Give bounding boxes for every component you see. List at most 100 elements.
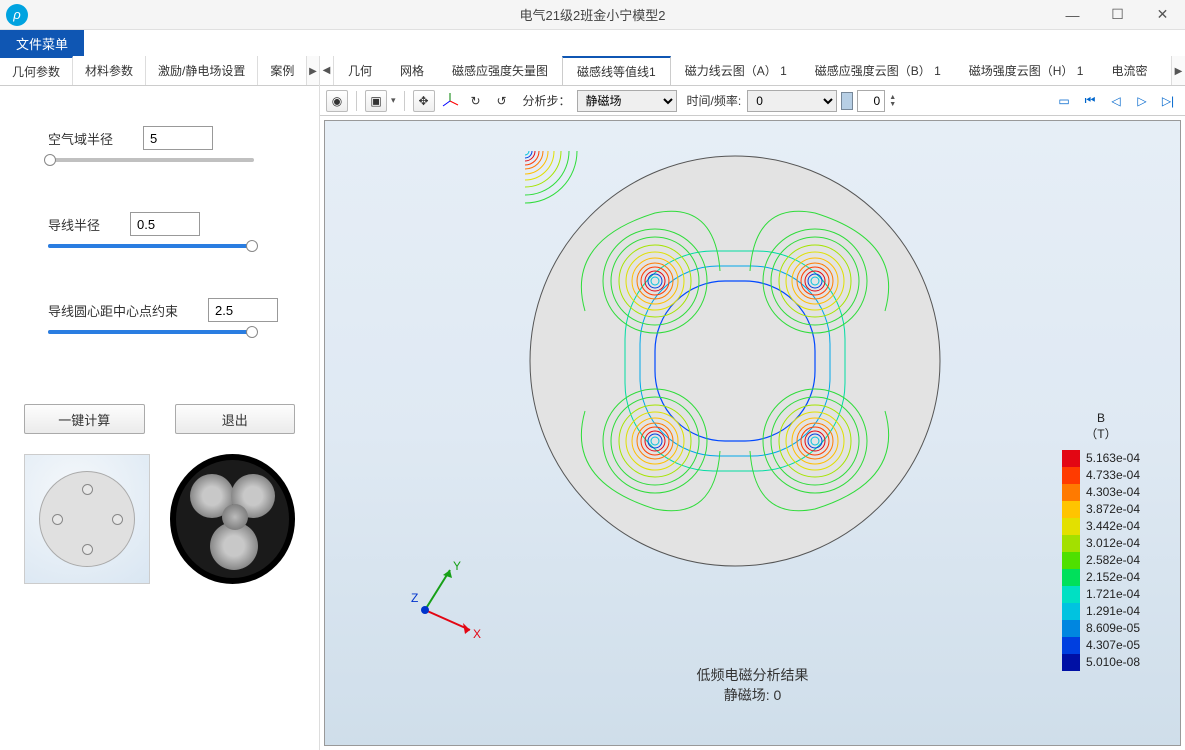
dropdown-icon[interactable]: ▾ bbox=[391, 95, 396, 106]
legend-value: 5.010e-08 bbox=[1086, 654, 1140, 671]
title-bar: ρ 电气21级2班金小宁模型2 — ☐ ✕ bbox=[0, 0, 1185, 30]
tab-b-contour[interactable]: 磁感线等值线1 bbox=[562, 56, 671, 85]
tab-excitation-settings[interactable]: 激励/静电场设置 bbox=[146, 56, 258, 85]
tab-geometry-params[interactable]: 几何参数 bbox=[0, 56, 73, 85]
result-caption: 低频电磁分析结果 静磁场: 0 bbox=[697, 665, 809, 705]
legend-value: 5.163e-04 bbox=[1086, 450, 1140, 467]
time-indicator-icon bbox=[841, 92, 853, 110]
legend-value: 3.442e-04 bbox=[1086, 518, 1140, 535]
left-tabs: 几何参数 材料参数 激励/静电场设置 案例 ▶ bbox=[0, 56, 319, 86]
right-tabs: ◀ 几何 网格 磁感应强度矢量图 磁感线等值线1 磁力线云图（A） 1 磁感应强… bbox=[320, 56, 1185, 86]
step-forward-icon[interactable]: ▷| bbox=[1157, 90, 1179, 112]
frame-step-up-icon[interactable]: ▲ bbox=[889, 94, 896, 101]
center-distance-slider[interactable] bbox=[48, 330, 254, 334]
right-panel: ◀ 几何 网格 磁感应强度矢量图 磁感线等值线1 磁力线云图（A） 1 磁感应强… bbox=[320, 56, 1185, 750]
thumbnail-cable-photo[interactable] bbox=[170, 454, 295, 584]
legend-value: 4.307e-05 bbox=[1086, 637, 1140, 654]
tab-mesh[interactable]: 网格 bbox=[386, 56, 438, 85]
frame-step-down-icon[interactable]: ▼ bbox=[889, 101, 896, 108]
close-button[interactable]: ✕ bbox=[1140, 0, 1185, 30]
legend-value: 2.582e-04 bbox=[1086, 552, 1140, 569]
rotate-ccw-icon[interactable]: ↺ bbox=[491, 90, 513, 112]
legend-unit: （T） bbox=[1062, 427, 1140, 443]
tab-material-params[interactable]: 材料参数 bbox=[73, 56, 146, 85]
legend-color-swatch bbox=[1062, 501, 1080, 518]
param-air-radius: 空气域半径 bbox=[48, 126, 291, 162]
legend-color-swatch bbox=[1062, 620, 1080, 637]
air-radius-input[interactable] bbox=[143, 126, 213, 150]
maximize-button[interactable]: ☐ bbox=[1095, 0, 1140, 30]
tab-a-cloud[interactable]: 磁力线云图（A） 1 bbox=[671, 56, 801, 85]
menu-bar: 文件菜单 bbox=[0, 30, 1185, 56]
time-label: 时间/频率: bbox=[687, 92, 742, 109]
calculate-button[interactable]: 一键计算 bbox=[24, 404, 145, 434]
param-center-distance: 导线圆心距中心点约束 bbox=[48, 298, 291, 334]
step-back-icon[interactable]: ◁ bbox=[1105, 90, 1127, 112]
coordinate-triad-icon: X Y Z bbox=[395, 560, 485, 650]
legend-color-swatch bbox=[1062, 637, 1080, 654]
tab-geometry[interactable]: 几何 bbox=[334, 56, 386, 85]
svg-text:Y: Y bbox=[453, 560, 461, 573]
wire-radius-label: 导线半径 bbox=[48, 215, 100, 234]
legend-value: 1.291e-04 bbox=[1086, 603, 1140, 620]
center-distance-input[interactable] bbox=[208, 298, 278, 322]
legend-value: 1.721e-04 bbox=[1086, 586, 1140, 603]
left-tabs-scroll-right-icon[interactable]: ▶ bbox=[306, 56, 319, 86]
svg-text:Z: Z bbox=[411, 591, 418, 605]
step-select[interactable]: 静磁场 bbox=[577, 90, 677, 112]
air-radius-slider[interactable] bbox=[48, 158, 254, 162]
legend-value: 3.012e-04 bbox=[1086, 535, 1140, 552]
legend-color-swatch bbox=[1062, 654, 1080, 671]
pan-icon[interactable]: ✥ bbox=[413, 90, 435, 112]
legend-symbol: B bbox=[1062, 411, 1140, 427]
tab-cases[interactable]: 案例 bbox=[258, 56, 307, 85]
app-logo-icon: ρ bbox=[6, 4, 28, 26]
minimize-button[interactable]: — bbox=[1050, 0, 1095, 30]
step-label: 分析步： bbox=[523, 92, 571, 109]
tab-b-vector[interactable]: 磁感应强度矢量图 bbox=[438, 56, 562, 85]
right-tabs-scroll-right-icon[interactable]: ▶ bbox=[1171, 56, 1185, 86]
wire-radius-slider[interactable] bbox=[48, 244, 254, 248]
legend-value: 8.609e-05 bbox=[1086, 620, 1140, 637]
window-title: 电气21级2班金小宁模型2 bbox=[520, 5, 666, 24]
legend-color-swatch bbox=[1062, 586, 1080, 603]
legend-color-swatch bbox=[1062, 603, 1080, 620]
tab-h-cloud[interactable]: 磁场强度云图（H） 1 bbox=[955, 56, 1098, 85]
params-area: 空气域半径 导线半径 导 bbox=[0, 86, 319, 394]
legend-color-swatch bbox=[1062, 552, 1080, 569]
axes-xyz-icon[interactable] bbox=[439, 90, 461, 112]
left-panel: 几何参数 材料参数 激励/静电场设置 案例 ▶ 空气域半径 导线半径 bbox=[0, 56, 320, 750]
tab-b-cloud[interactable]: 磁感应强度云图（B） 1 bbox=[801, 56, 955, 85]
viewport[interactable]: X Y Z 低频电磁分析结果 静磁场: 0 B （T） 5.163e-044.7… bbox=[324, 120, 1181, 746]
legend-color-swatch bbox=[1062, 467, 1080, 484]
wire-radius-input[interactable] bbox=[130, 212, 200, 236]
right-tabs-scroll-left-icon[interactable]: ◀ bbox=[320, 56, 334, 85]
svg-text:X: X bbox=[473, 627, 481, 641]
center-distance-label: 导线圆心距中心点约束 bbox=[48, 301, 178, 320]
exit-button[interactable]: 退出 bbox=[175, 404, 296, 434]
tab-current[interactable]: 电流密 bbox=[1097, 56, 1161, 85]
legend-value: 2.152e-04 bbox=[1086, 569, 1140, 586]
contour-plot bbox=[525, 151, 945, 571]
color-legend: B （T） 5.163e-044.733e-044.303e-043.872e-… bbox=[1062, 411, 1140, 671]
legend-color-swatch bbox=[1062, 535, 1080, 552]
legend-value: 4.733e-04 bbox=[1086, 467, 1140, 484]
legend-color-swatch bbox=[1062, 569, 1080, 586]
air-radius-label: 空气域半径 bbox=[48, 129, 113, 148]
record-icon[interactable]: ▭ bbox=[1053, 90, 1075, 112]
time-select[interactable]: 0 bbox=[747, 90, 837, 112]
legend-value: 3.872e-04 bbox=[1086, 501, 1140, 518]
legend-color-swatch bbox=[1062, 450, 1080, 467]
legend-value: 4.303e-04 bbox=[1086, 484, 1140, 501]
camera-icon[interactable]: ◉ bbox=[326, 90, 348, 112]
cube-view-icon[interactable]: ▣ bbox=[365, 90, 387, 112]
thumbnail-model[interactable] bbox=[24, 454, 150, 584]
skip-start-icon[interactable]: ⏮ bbox=[1079, 90, 1101, 112]
frame-number-input[interactable] bbox=[857, 90, 885, 112]
param-wire-radius: 导线半径 bbox=[48, 212, 291, 248]
legend-color-swatch bbox=[1062, 518, 1080, 535]
play-icon[interactable]: ▷ bbox=[1131, 90, 1153, 112]
file-menu[interactable]: 文件菜单 bbox=[0, 30, 84, 56]
legend-color-swatch bbox=[1062, 484, 1080, 501]
rotate-cw-icon[interactable]: ↻ bbox=[465, 90, 487, 112]
